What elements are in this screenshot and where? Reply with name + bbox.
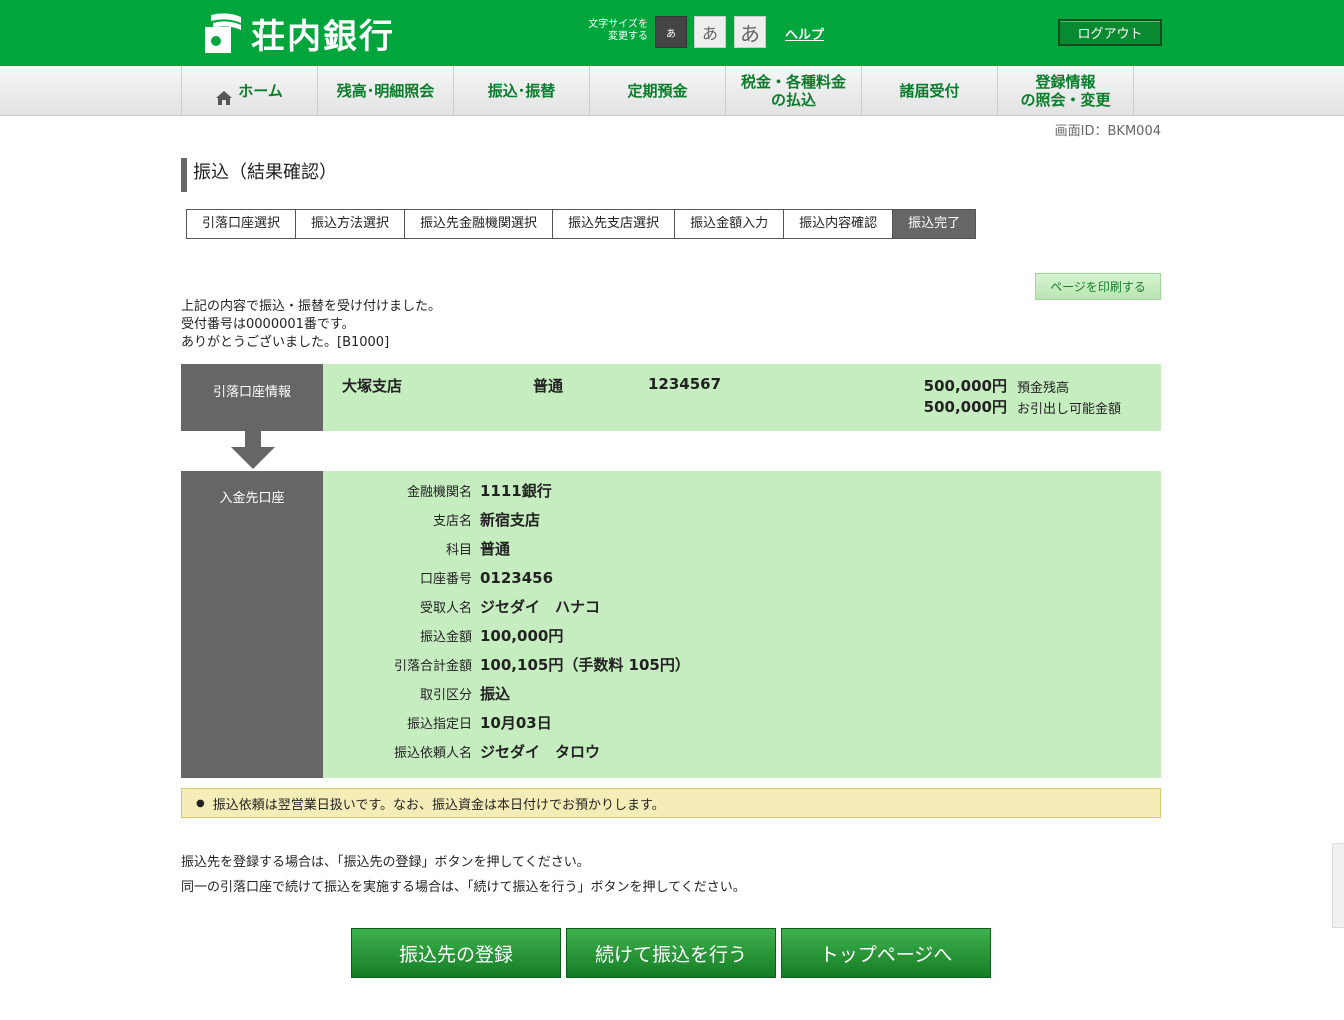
nav-item-notifications[interactable]: 諸届受付 (862, 66, 998, 116)
step-item: 振込先金融機関選択 (405, 210, 554, 238)
detail-key: 振込金額 (419, 630, 472, 645)
detail-row: 支店名 新宿支店 (323, 505, 540, 534)
bank-logo[interactable]: 荘内銀行 (205, 12, 395, 57)
source-balance-label: 預金残高 (1017, 381, 1070, 396)
destination-account-panel: 入金先口座 金融機関名 1111銀行 支店名 新宿支店 科目 普通 口座番号 01234… (181, 471, 1161, 778)
notice-box: ● 振込依頼は翌営業日扱いです。なお、振込資金は本日付けでお預かりします。 (181, 788, 1161, 818)
result-message-line: 上記の内容で振込・振替を受け付けました。 (181, 299, 442, 314)
info-line: 同一の引落口座で続けて振込を実施する場合は、「続けて振込を行う」ボタンを押してく… (181, 880, 746, 895)
source-account-label: 引落口座情報 (181, 364, 323, 431)
detail-value: 100,105円（手数料 105円） (480, 656, 690, 674)
info-text: 振込先を登録する場合は、「振込先の登録」ボタンを押してください。 同一の引落口座… (181, 850, 746, 900)
detail-value: 0123456 (480, 568, 554, 587)
detail-row: 科目 普通 (323, 534, 510, 563)
detail-row: 振込依頼人名 ジセダイ タロウ (323, 737, 600, 766)
nav-item-tax-payment[interactable]: 税金・各種料金 の払込 (726, 66, 862, 116)
step-indicator: 引落口座選択 振込方法選択 振込先金融機関選択 振込先支店選択 振込金額入力 振… (186, 209, 977, 239)
notice-text: 振込依頼は翌営業日扱いです。なお、振込資金は本日付けでお預かりします。 (212, 797, 665, 813)
register-payee-button[interactable]: 振込先の登録 (351, 928, 561, 978)
source-branch: 大塚支店 (342, 377, 403, 395)
step-item: 振込金額入力 (675, 210, 785, 238)
detail-value: 1111銀行 (480, 482, 552, 500)
detail-key: 支店名 (432, 514, 472, 529)
detail-row: 口座番号 0123456 (323, 563, 553, 592)
help-link[interactable]: ヘルプ (785, 24, 824, 43)
nav-item-label: ホーム (238, 82, 283, 100)
step-item: 振込先支店選択 (553, 210, 676, 238)
detail-row: 振込金額 100,000円 (323, 621, 563, 650)
detail-value: ジセダイ タロウ (480, 743, 601, 761)
screen-id: 画面ID：BKM004 (1054, 124, 1161, 139)
bank-logo-icon (205, 13, 243, 53)
detail-row: 取引区分 振込 (323, 679, 510, 708)
print-page-button[interactable]: ページを印刷する (1035, 273, 1161, 300)
continue-transfer-button[interactable]: 続けて振込を行う (566, 928, 776, 978)
detail-key: 振込依頼人名 (393, 746, 472, 761)
detail-row: 引落合計金額 100,105円（手数料 105円） (323, 650, 690, 679)
detail-key: 金融機関名 (406, 485, 472, 500)
side-scroll-tab[interactable] (1332, 843, 1344, 928)
detail-key: 引落合計金額 (393, 659, 472, 674)
detail-value: 新宿支店 (480, 511, 541, 529)
nav-item-home[interactable]: ホーム (182, 66, 318, 116)
detail-value: 振込 (480, 685, 511, 703)
logout-button[interactable]: ログアウト (1058, 19, 1162, 46)
step-item-current: 振込完了 (893, 210, 976, 238)
font-size-small-button[interactable]: あ (655, 16, 687, 48)
result-message: 上記の内容で振込・振替を受け付けました。 受付番号は0000001番です。 あり… (181, 298, 441, 352)
info-line: 振込先を登録する場合は、「振込先の登録」ボタンを押してください。 (181, 855, 590, 870)
source-account-type: 普通 (533, 377, 564, 395)
detail-row: 振込指定日 10月03日 (323, 708, 552, 737)
step-item: 振込方法選択 (296, 210, 406, 238)
source-available: 500,000円 (923, 398, 1007, 416)
main-nav: ホーム 残高･明細照会 振込･振替 定期預金 税金・各種料金 の払込 諸届受付 … (0, 66, 1344, 116)
step-item: 振込内容確認 (784, 210, 894, 238)
header-bar: 荘内銀行 文字サイズを 変更する あ あ あ ヘルプ ログアウト (0, 0, 1344, 66)
bullet-icon: ● (196, 797, 205, 809)
detail-key: 振込指定日 (406, 717, 472, 732)
bank-name: 荘内銀行 (251, 16, 395, 57)
detail-value: 10月03日 (480, 714, 552, 732)
nav-item-balance[interactable]: 残高･明細照会 (318, 66, 454, 116)
source-account-number: 1234567 (648, 375, 722, 393)
result-message-line: ありがとうございました。[B1000] (181, 335, 390, 350)
nav-item-time-deposit[interactable]: 定期預金 (590, 66, 726, 116)
action-buttons: 振込先の登録 続けて振込を行う トップページへ (351, 928, 991, 978)
source-available-label: お引出し可能金額 (1017, 402, 1122, 417)
step-item: 引落口座選択 (187, 210, 297, 238)
font-size-medium-button[interactable]: あ (694, 16, 726, 48)
receipt-number: 受付番号は0000001番です。 (181, 317, 355, 332)
arrow-down-icon (231, 431, 275, 471)
font-size-large-button[interactable]: あ (734, 16, 766, 48)
detail-key: 口座番号 (419, 572, 472, 587)
nav-item-registration[interactable]: 登録情報 の照会・変更 (998, 66, 1134, 116)
detail-key: 取引区分 (419, 688, 472, 703)
detail-row: 受取人名 ジセダイ ハナコ (323, 592, 600, 621)
page-title: 振込（結果確認） (181, 158, 337, 192)
detail-value: ジセダイ ハナコ (480, 598, 601, 616)
detail-key: 科目 (445, 543, 472, 558)
destination-account-label: 入金先口座 (181, 471, 323, 778)
detail-value: 100,000円 (480, 627, 564, 645)
detail-row: 金融機関名 1111銀行 (323, 476, 552, 505)
source-balance: 500,000円 (923, 377, 1007, 395)
font-size-label: 文字サイズを 変更する (588, 19, 648, 42)
detail-key: 受取人名 (419, 601, 472, 616)
top-page-button[interactable]: トップページへ (781, 928, 991, 978)
source-account-panel: 引落口座情報 大塚支店 普通 1234567 500,000円 預金残高 500… (181, 364, 1161, 431)
detail-value: 普通 (480, 540, 511, 558)
home-icon (216, 73, 233, 109)
nav-item-transfer[interactable]: 振込･振替 (454, 66, 590, 116)
